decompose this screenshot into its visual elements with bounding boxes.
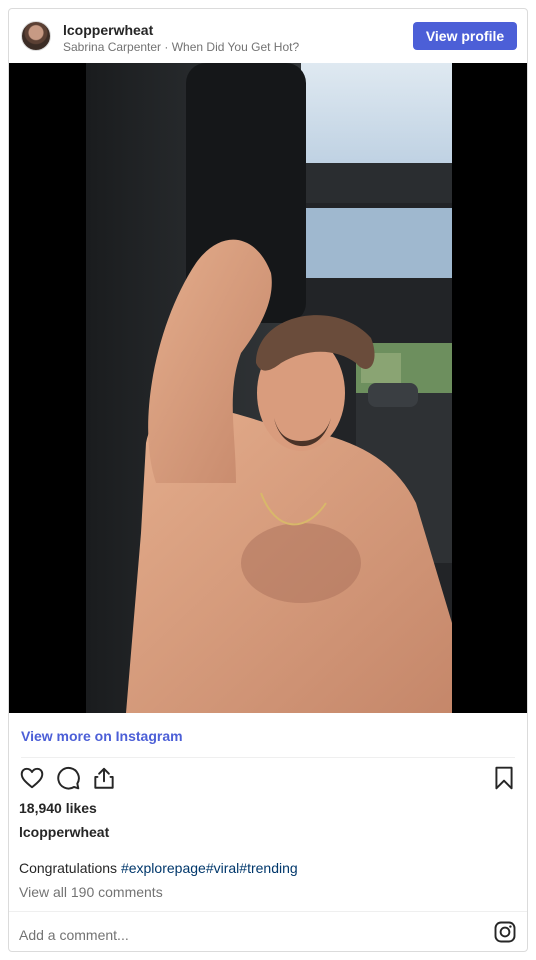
post-header: lcopperwheat Sabrina Carpenter · When Di… — [9, 9, 527, 64]
username[interactable]: lcopperwheat — [63, 22, 153, 38]
caption-username[interactable]: lcopperwheat — [19, 824, 109, 840]
video-thumbnail[interactable] — [86, 63, 452, 713]
heart-icon[interactable] — [19, 765, 45, 791]
hashtag-trending[interactable]: #trending — [239, 860, 297, 876]
bookmark-icon[interactable] — [491, 765, 517, 791]
audio-subtitle[interactable]: Sabrina Carpenter · When Did You Get Hot… — [63, 40, 299, 54]
hashtag-explorepage[interactable]: #explorepage — [121, 860, 206, 876]
action-bar — [9, 761, 527, 797]
instagram-icon[interactable] — [493, 920, 517, 944]
video-image — [86, 63, 452, 713]
hashtag-viral[interactable]: #viral — [206, 860, 239, 876]
caption-text: Congratulations — [19, 860, 121, 876]
add-comment-input[interactable]: Add a comment... — [19, 927, 129, 943]
share-icon[interactable] — [91, 765, 117, 791]
view-more-row: View more on Instagram — [9, 713, 527, 758]
view-more-link[interactable]: View more on Instagram — [21, 728, 183, 744]
likes-count[interactable]: 18,940 likes — [19, 800, 97, 816]
comment-icon[interactable] — [55, 765, 81, 791]
view-comments-link[interactable]: View all 190 comments — [19, 884, 163, 900]
instagram-embed: lcopperwheat Sabrina Carpenter · When Di… — [8, 8, 528, 952]
view-profile-button[interactable]: View profile — [413, 22, 517, 50]
media-frame[interactable] — [9, 63, 527, 713]
avatar[interactable] — [21, 21, 51, 51]
comment-footer: Add a comment... — [9, 911, 527, 951]
divider — [21, 757, 515, 758]
caption: Congratulations #explorepage#viral#trend… — [19, 860, 298, 876]
